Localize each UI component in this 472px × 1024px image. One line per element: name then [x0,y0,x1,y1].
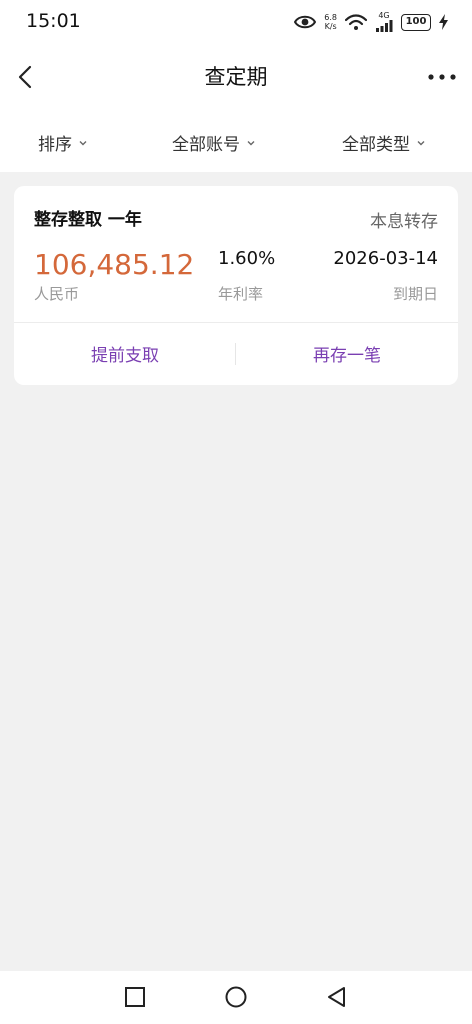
filter-label: 排序 [38,135,72,155]
more-horizontal-icon[interactable] [426,62,458,92]
filter-type[interactable]: 全部类型 [342,130,426,155]
chevron-down-icon [417,140,425,145]
maturity-date: 2026-03-14 [333,248,438,269]
eye-icon [294,15,317,29]
title-bar: 查定期 [0,44,472,110]
deposit-card[interactable]: 整存整取 一年 本息转存 106,485.12 人民币 1.60% 年利率 20… [14,186,458,385]
chevron-down-icon [79,140,87,145]
chevron-down-icon [247,140,255,145]
charging-icon [439,14,448,30]
battery-level: 100 [405,15,427,27]
status-time: 15:01 [26,10,81,32]
triangle-back-icon[interactable] [324,984,350,1010]
deposit-amount: 106,485.12 [34,248,195,281]
filter-label: 全部类型 [342,135,410,155]
status-bar: 15:01 6.8 K/s 4G 100 [0,0,472,44]
rollover-type: 本息转存 [370,212,438,232]
status-icons: 6.8 K/s 4G 100 [294,12,448,32]
maturity-date-label: 到期日 [392,285,438,303]
deposit-product-name: 整存整取 一年 [34,210,142,230]
net-speed-value: 6.8 [324,13,337,22]
currency-label: 人民币 [34,285,80,303]
wifi-icon [345,14,367,30]
cellular-signal: 4G [375,12,393,32]
filter-label: 全部账号 [172,135,240,155]
page-title: 查定期 [204,65,268,89]
network-type: 4G [378,11,390,20]
filter-account[interactable]: 全部账号 [172,130,256,155]
square-icon[interactable] [122,984,148,1010]
circle-icon[interactable] [223,984,249,1010]
early-withdraw-button[interactable]: 提前支取 [14,322,236,385]
signal-icon [376,20,393,32]
battery-indicator: 100 [401,13,431,31]
deposit-again-button[interactable]: 再存一笔 [236,322,458,385]
interest-rate-label: 年利率 [218,285,264,303]
net-speed-unit: K/s [324,22,337,31]
interest-rate: 1.60% [218,248,276,269]
system-nav-bar [0,971,472,1024]
filter-bar: 排序 全部账号 全部类型 [0,110,472,172]
filter-sort[interactable]: 排序 [38,130,88,155]
net-speed: 6.8 K/s [324,13,337,31]
